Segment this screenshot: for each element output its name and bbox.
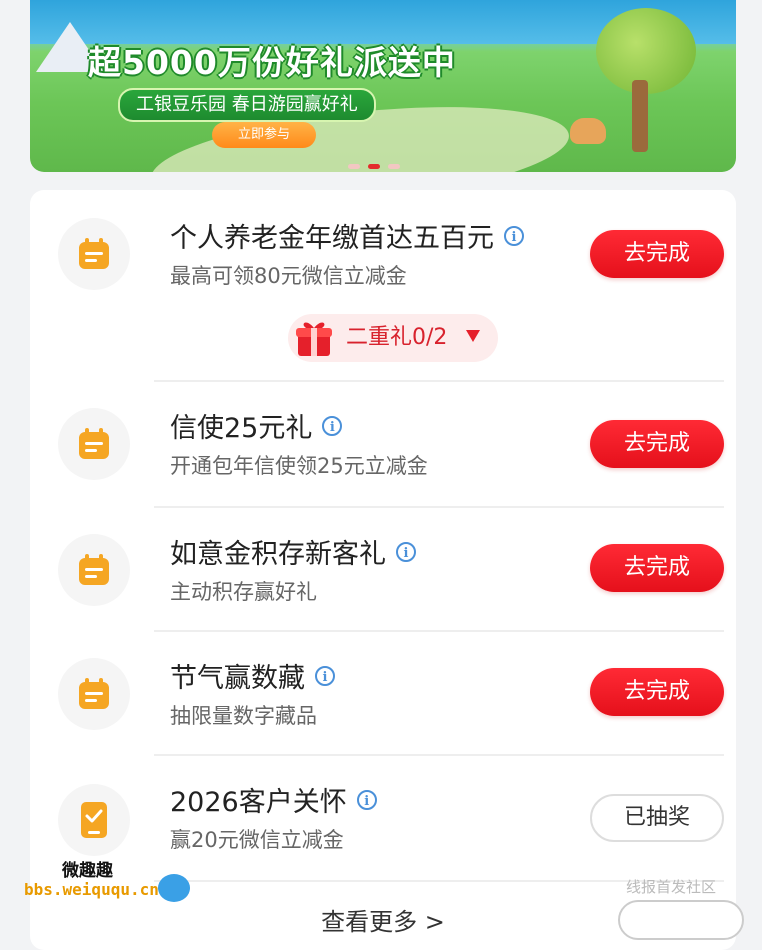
floating-button[interactable] [618,900,744,940]
banner-dog-illustration [570,118,606,144]
task-row: 个人养老金年缴首达五百元 i 最高可领80元微信立减金 去完成 二重礼0/2 [30,190,736,380]
task-subtitle: 抽限量数字藏品 [170,704,317,728]
banner-tree-trunk [632,80,648,152]
task-title: 节气赢数藏 i [170,656,335,695]
task-subtitle: 开通包年信使领25元立减金 [170,454,428,478]
carousel-dot-active[interactable] [368,164,380,169]
go-complete-button[interactable]: 去完成 [590,230,724,278]
corner-watermark-text: 线报首发社区 [626,878,717,896]
task-row: 节气赢数藏 i 抽限量数字藏品 去完成 [30,632,736,756]
info-icon[interactable]: i [322,415,343,436]
gift-progress-label: 二重礼0/2 [346,325,448,350]
task-title: 如意金积存新客礼 i [170,532,416,571]
watermark: 微趣趣 bbs.weiququ.cn [24,856,196,908]
gift-icon [296,322,332,356]
task-title: 信使25元礼 i [170,406,343,445]
task-title-text: 个人养老金年缴首达五百元 [170,223,494,254]
info-icon[interactable]: i [356,789,377,810]
go-complete-button[interactable]: 去完成 [590,544,724,592]
watermark-url: bbs.weiququ.cn [24,880,159,899]
chevron-down-icon [466,330,480,342]
task-list-card: 个人养老金年缴首达五百元 i 最高可领80元微信立减金 去完成 二重礼0/2 信… [30,190,736,950]
task-row: 如意金积存新客礼 i 主动积存赢好礼 去完成 [30,508,736,632]
calendar-icon [58,408,130,480]
carousel-dot[interactable] [348,164,360,169]
promo-banner[interactable]: 超5000万份好礼派送中 工银豆乐园 春日游园赢好礼 立即参与 [30,0,736,172]
info-icon[interactable]: i [396,541,416,562]
carousel-indicator[interactable] [348,164,400,170]
banner-cta-button[interactable]: 立即参与 [212,122,316,148]
info-icon[interactable]: i [315,665,335,686]
task-title-text: 信使25元礼 [170,413,313,444]
carousel-dot[interactable] [388,164,400,169]
go-complete-button[interactable]: 去完成 [590,668,724,716]
go-complete-button[interactable]: 去完成 [590,420,724,468]
already-drawn-button[interactable]: 已抽奖 [590,794,724,842]
task-title-text: 节气赢数藏 [170,663,305,694]
task-subtitle: 赢20元微信立减金 [170,828,344,852]
task-title: 个人养老金年缴首达五百元 i [170,216,524,255]
watermark-title: 微趣趣 [62,861,113,881]
task-title: 2026客户关怀 i [170,780,377,819]
calendar-icon [58,534,130,606]
task-title-text: 2026客户关怀 [170,787,347,818]
banner-subtitle: 工银豆乐园 春日游园赢好礼 [118,88,376,122]
info-icon[interactable]: i [504,225,524,246]
calendar-icon [58,218,130,290]
watermark-logo-icon [158,874,190,902]
task-subtitle: 最高可领80元微信立减金 [170,264,407,288]
calendar-icon [58,658,130,730]
gift-progress-badge[interactable]: 二重礼0/2 [288,314,498,362]
task-row: 信使25元礼 i 开通包年信使领25元立减金 去完成 [30,382,736,506]
task-subtitle: 主动积存赢好礼 [170,580,317,604]
banner-headline: 超5000万份好礼派送中 [88,43,456,82]
task-title-text: 如意金积存新客礼 [170,539,386,570]
phone-check-icon [58,784,130,856]
